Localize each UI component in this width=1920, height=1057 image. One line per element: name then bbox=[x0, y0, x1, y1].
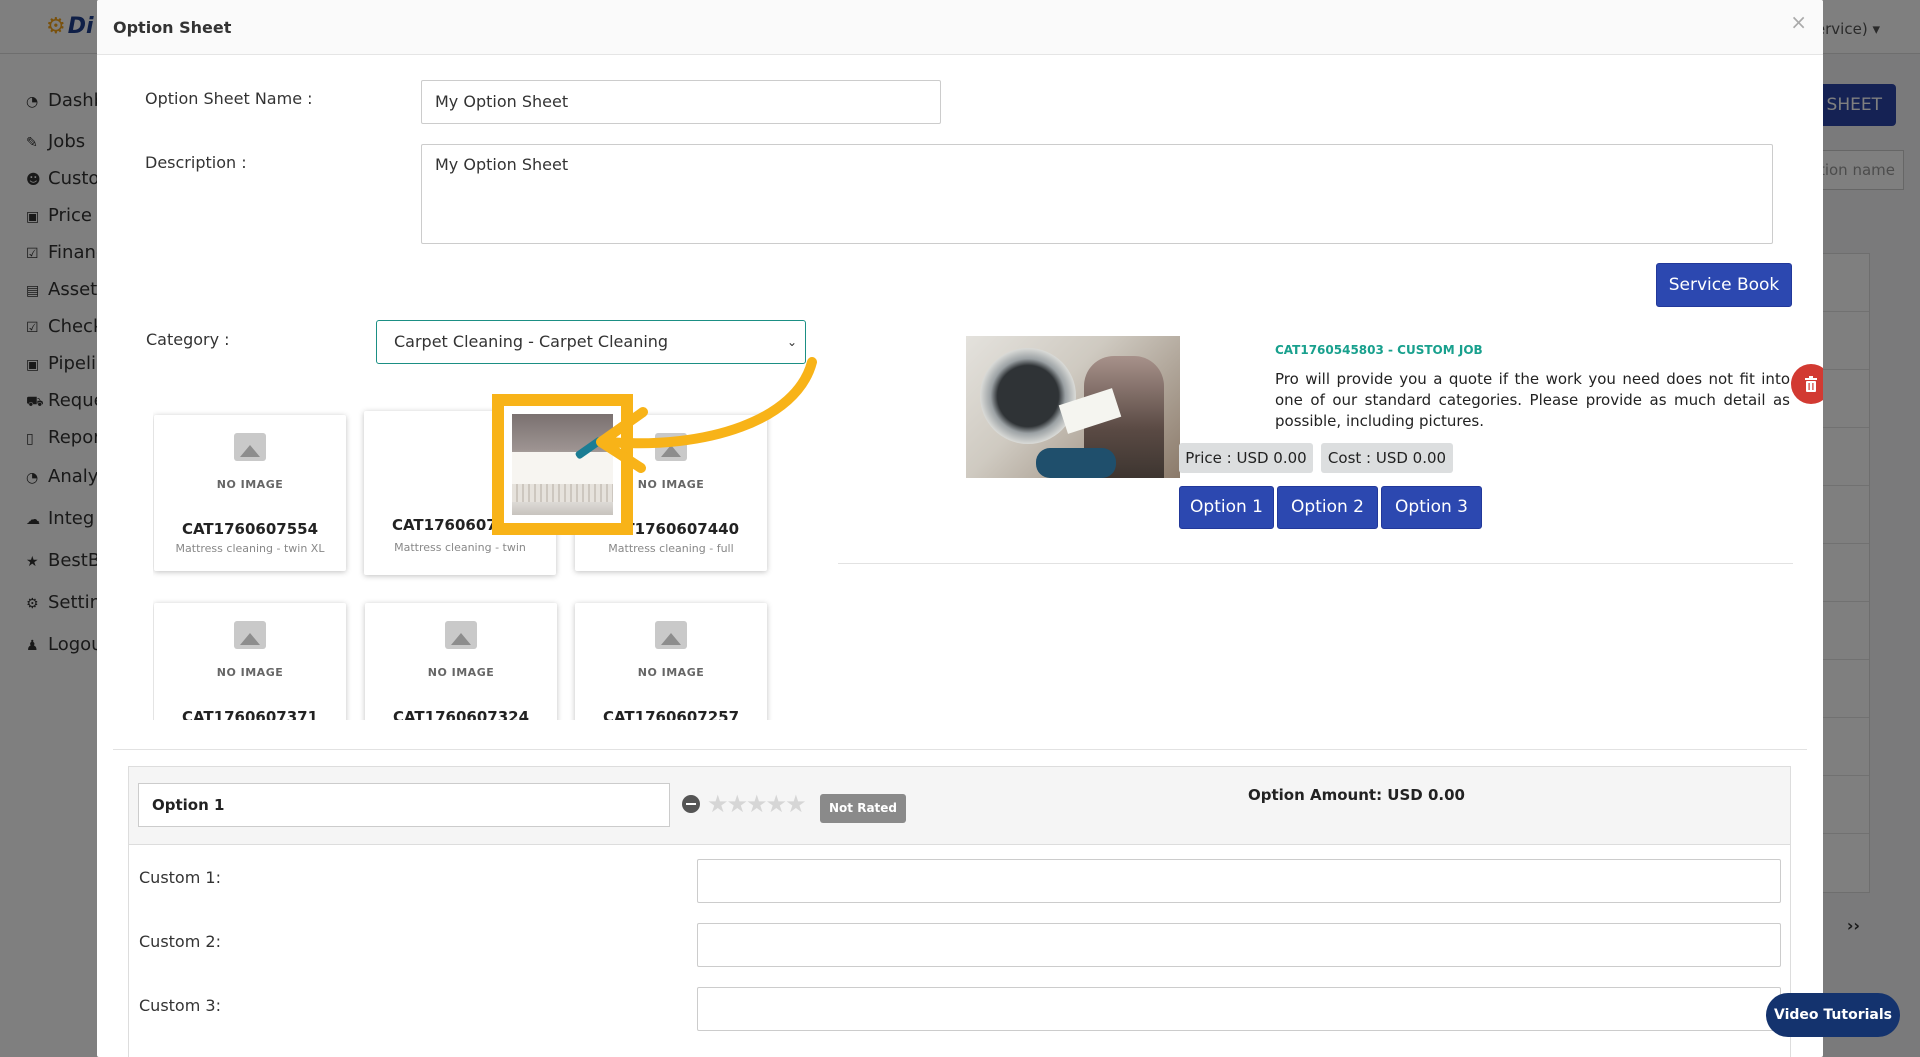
modal-title: Option Sheet bbox=[113, 18, 232, 37]
no-image-icon bbox=[154, 621, 346, 653]
custom-2-input[interactable] bbox=[697, 923, 1781, 967]
section-divider bbox=[113, 749, 1807, 750]
custom-1-input[interactable] bbox=[697, 859, 1781, 903]
selected-item-code: CAT1760545803 - CUSTOM JOB bbox=[1275, 343, 1483, 357]
selected-item-description: Pro will provide you a quote if the work… bbox=[1275, 370, 1790, 430]
option-name-input[interactable]: Option 1 bbox=[138, 783, 670, 827]
no-image-label: NO IMAGE bbox=[216, 666, 284, 679]
image-placeholder-icon bbox=[445, 621, 477, 649]
category-card-5[interactable]: NO IMAGE CAT1760607324 bbox=[365, 603, 557, 720]
washer-drum bbox=[980, 348, 1076, 444]
cost-tag: Cost : USD 0.00 bbox=[1321, 443, 1453, 473]
option-panel-header: Option 1 ★★★★★ Not Rated Option Amount: … bbox=[129, 767, 1790, 845]
description-label: Description : bbox=[145, 153, 247, 172]
image-placeholder-icon bbox=[234, 621, 266, 649]
no-image-label: NO IMAGE bbox=[216, 478, 284, 491]
category-select-value: Carpet Cleaning - Carpet Cleaning bbox=[394, 332, 669, 351]
category-card-1[interactable]: NO IMAGE CAT1760607554 Mattress cleaning… bbox=[154, 415, 346, 571]
callout-arrow-icon bbox=[596, 357, 817, 473]
close-icon[interactable]: × bbox=[1790, 10, 1807, 34]
rating-status-badge: Not Rated bbox=[820, 794, 907, 823]
card-subtitle: Mattress cleaning - twin XL bbox=[175, 542, 325, 555]
mattress-side bbox=[512, 484, 613, 502]
service-book-button[interactable]: Service Book bbox=[1656, 263, 1792, 307]
option-sheet-name-label: Option Sheet Name : bbox=[145, 89, 313, 108]
category-card-4[interactable]: NO IMAGE CAT1760607371 bbox=[154, 603, 346, 720]
no-image-icon bbox=[154, 433, 346, 465]
description-textarea[interactable]: My Option Sheet bbox=[421, 144, 1773, 244]
card-subtitle: Mattress cleaning - twin bbox=[394, 541, 526, 554]
category-label: Category : bbox=[146, 330, 230, 349]
star-icon[interactable]: ★ bbox=[707, 790, 728, 818]
no-image-label: NO IMAGE bbox=[427, 666, 495, 679]
option-3-button[interactable]: Option 3 bbox=[1381, 486, 1482, 529]
modal-header: Option Sheet × bbox=[97, 0, 1823, 55]
card-subtitle: Mattress cleaning - full bbox=[608, 542, 734, 555]
image-placeholder-icon bbox=[234, 433, 266, 461]
star-icon[interactable]: ★ bbox=[785, 790, 806, 818]
custom-3-label: Custom 3: bbox=[139, 996, 221, 1015]
trash-icon[interactable] bbox=[1791, 364, 1823, 404]
custom-3-input[interactable] bbox=[697, 987, 1781, 1031]
option-2-button[interactable]: Option 2 bbox=[1277, 486, 1378, 529]
price-tag: Price : USD 0.00 bbox=[1179, 443, 1313, 473]
video-tutorials-button[interactable]: Video Tutorials bbox=[1766, 993, 1900, 1037]
no-image-icon bbox=[575, 621, 767, 653]
no-image-icon bbox=[365, 621, 557, 653]
star-icon[interactable]: ★ bbox=[727, 790, 748, 818]
custom-2-label: Custom 2: bbox=[139, 932, 221, 951]
custom-1-label: Custom 1: bbox=[139, 868, 221, 887]
card-code: CAT1760607324 bbox=[392, 708, 530, 720]
option-amount: Option Amount: USD 0.00 bbox=[1248, 786, 1465, 804]
image-placeholder-icon bbox=[655, 621, 687, 649]
selected-item-image bbox=[966, 336, 1180, 478]
card-code: CAT1760607371 bbox=[181, 708, 319, 720]
cloth bbox=[1036, 448, 1116, 478]
category-card-6[interactable]: NO IMAGE CAT1760607257 bbox=[575, 603, 767, 720]
star-icon[interactable]: ★ bbox=[746, 790, 767, 818]
star-rating[interactable]: ★★★★★ bbox=[707, 790, 807, 818]
no-image-label: NO IMAGE bbox=[637, 666, 705, 679]
minus-circle-icon[interactable] bbox=[682, 795, 700, 813]
option-panel: Option 1 ★★★★★ Not Rated Option Amount: … bbox=[128, 766, 1791, 1057]
option-sheet-name-input[interactable]: My Option Sheet bbox=[421, 80, 941, 124]
trash-glyph bbox=[1805, 376, 1817, 392]
option-1-button[interactable]: Option 1 bbox=[1179, 486, 1274, 529]
star-icon[interactable]: ★ bbox=[766, 790, 787, 818]
card-code: CAT1760607554 bbox=[181, 520, 319, 538]
card-code: CAT1760607257 bbox=[602, 708, 740, 720]
detail-divider bbox=[838, 563, 1793, 564]
